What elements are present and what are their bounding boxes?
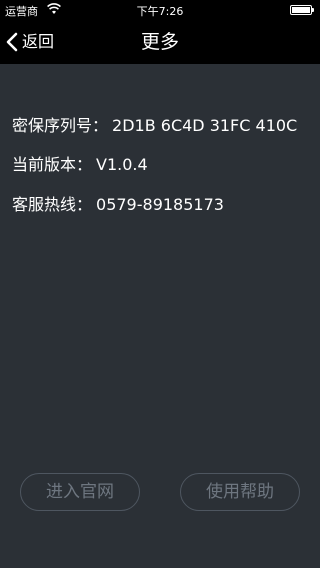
serial-label: 密保序列号： bbox=[12, 116, 109, 135]
hotline-label: 客服热线： bbox=[12, 195, 93, 214]
navigation-bar: 返回 更多 bbox=[0, 20, 320, 64]
info-row-hotline: 客服热线： 0579-89185173 bbox=[12, 195, 224, 215]
visit-website-button[interactable]: 进入官网 bbox=[20, 473, 140, 511]
status-time: 下午7:26 bbox=[136, 5, 184, 18]
status-bar: 运营商 下午7:26 bbox=[0, 0, 320, 20]
info-row-serial: 密保序列号： 2D1B 6C4D 31FC 410C bbox=[12, 116, 297, 136]
version-label: 当前版本： bbox=[12, 155, 93, 174]
battery-icon bbox=[290, 5, 314, 15]
serial-value: 2D1B 6C4D 31FC 410C bbox=[112, 116, 298, 135]
hotline-value: 0579-89185173 bbox=[96, 195, 224, 214]
version-value: V1.0.4 bbox=[96, 155, 148, 174]
info-row-version: 当前版本： V1.0.4 bbox=[12, 155, 148, 175]
help-button[interactable]: 使用帮助 bbox=[180, 473, 300, 511]
page-title: 更多 bbox=[140, 31, 179, 53]
